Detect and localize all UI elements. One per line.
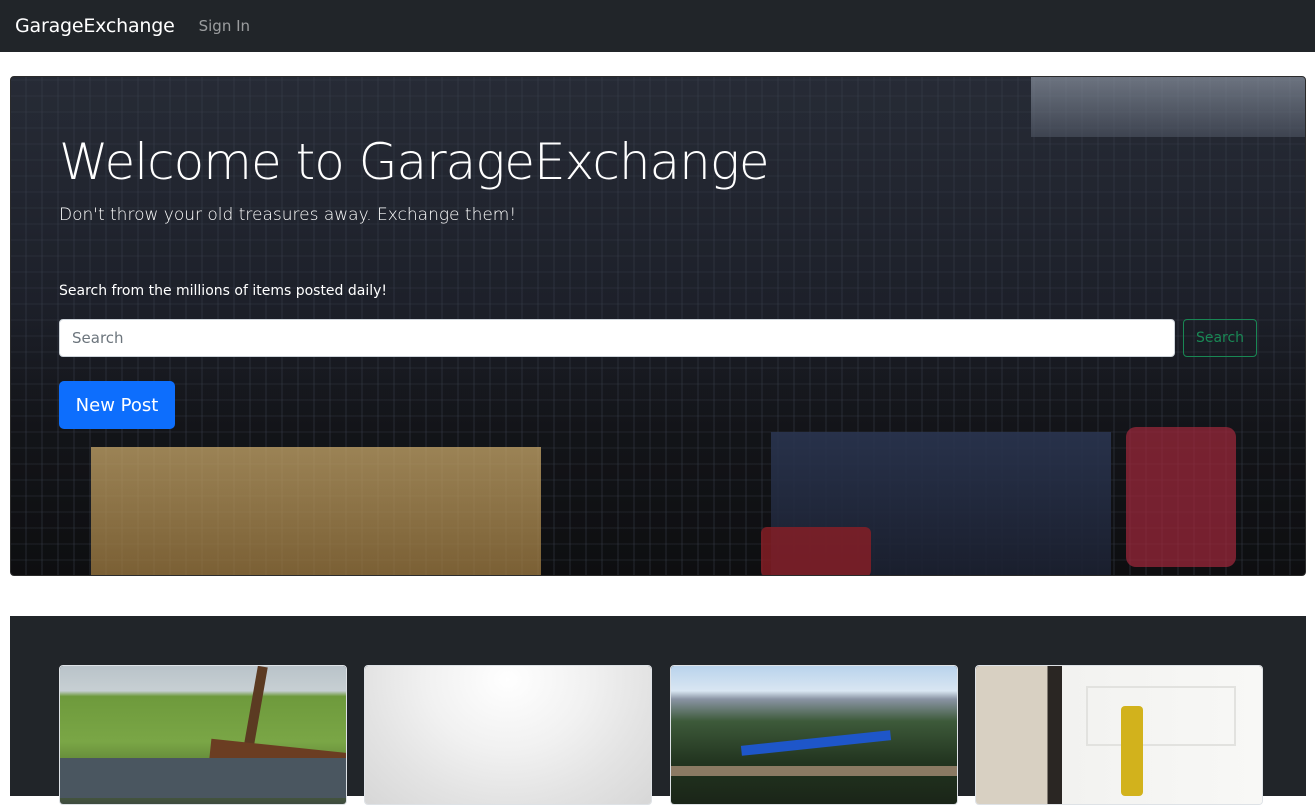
white-bowl-photo [365,666,651,804]
listing-card[interactable] [975,665,1263,805]
hero-title: Welcome to GarageExchange [59,133,770,191]
listings-section [10,616,1306,805]
sign-in-link[interactable]: Sign In [199,17,250,35]
bike-seat-door-photo [976,666,1262,804]
hero-subtitle: Don't throw your old treasures away. Exc… [59,205,517,225]
listing-card[interactable] [670,665,958,805]
top-navbar: GarageExchange Sign In [0,0,1315,52]
hero-bg-hose-reel [1126,427,1236,567]
listing-card[interactable] [59,665,347,805]
photo-detail [1086,686,1236,746]
hot-tub-photo [60,666,346,804]
search-button[interactable]: Search [1183,319,1257,357]
photo-detail [209,738,346,774]
photo-detail [740,730,892,756]
photo-detail [671,766,957,776]
blue-bicycle-photo [671,666,957,804]
hero-bg-workbench [91,447,541,575]
search-input[interactable] [59,319,1175,357]
hero-banner: Welcome to GarageExchange Don't throw yo… [10,76,1306,576]
search-label: Search from the millions of items posted… [59,283,388,299]
brand-logo-link[interactable]: GarageExchange [15,15,175,37]
photo-detail [1121,706,1143,796]
hero-bg-garage-door [1031,77,1305,137]
new-post-button[interactable]: New Post [59,381,175,429]
hero-bg-compressor [761,527,871,575]
listing-card[interactable] [364,665,652,805]
